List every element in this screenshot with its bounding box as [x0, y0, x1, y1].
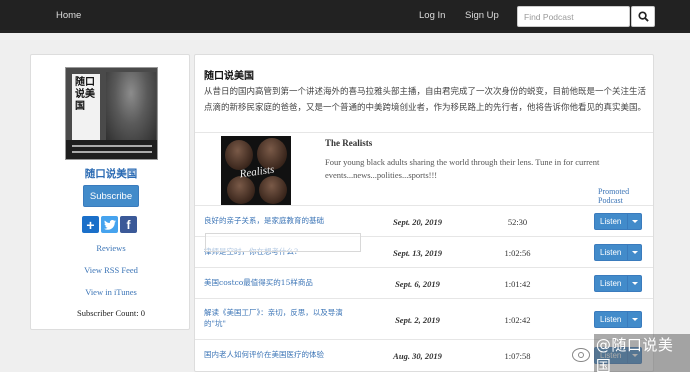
- listen-label: Listen: [600, 279, 622, 288]
- promoted-podcast-title[interactable]: The Realists: [325, 138, 372, 148]
- search-icon: [637, 11, 649, 22]
- subscriber-count: Subscriber Count: 0: [77, 308, 145, 318]
- episode-duration: 1:02:42: [504, 314, 531, 325]
- episode-date: Aug. 30, 2019: [393, 350, 442, 361]
- episode-duration: 1:02:56: [504, 247, 531, 258]
- nav-login-link[interactable]: Log In: [419, 10, 445, 21]
- listen-label: Listen: [600, 248, 622, 257]
- episode-title-link[interactable]: 美国costco最值得买的15样商品: [204, 277, 354, 288]
- nav-signup-link[interactable]: Sign Up: [465, 10, 499, 21]
- weibo-icon: [572, 348, 590, 362]
- chevron-down-icon[interactable]: [627, 312, 641, 327]
- chevron-down-icon[interactable]: [627, 276, 641, 291]
- chevron-down-icon[interactable]: [627, 214, 641, 229]
- search-input[interactable]: [517, 6, 630, 27]
- listen-button[interactable]: Listen: [594, 244, 642, 261]
- promoted-podcast-label[interactable]: Promoted Podcast: [598, 187, 653, 205]
- twitter-icon[interactable]: [101, 216, 118, 233]
- episode-row: 良好的亲子关系，是家庭教育的基础 Sept. 20, 2019 52:30 Li…: [195, 205, 653, 236]
- nav-home-link[interactable]: Home: [56, 10, 81, 21]
- episode-title-link[interactable]: 解读《美国工厂》：亲切，反思，以及导演的"坑": [204, 307, 354, 329]
- cover-title-text: 随口说美国: [75, 77, 95, 112]
- cover-footer: [66, 140, 157, 159]
- podcast-cover-image: 随口说美国: [65, 67, 158, 160]
- promo-person: [225, 140, 253, 170]
- episode-title-link[interactable]: 国内老人如何评价在美国医疗的体验: [204, 349, 354, 360]
- promoted-podcast-image[interactable]: Realists: [221, 136, 291, 206]
- episode-duration: 52:30: [507, 216, 528, 227]
- episode-date: Sept. 20, 2019: [392, 216, 443, 227]
- episode-row: 解读《美国工厂》：亲切，反思，以及导演的"坑" Sept. 2, 2019 1:…: [195, 298, 653, 339]
- podcast-name-link[interactable]: 随口说美国: [31, 166, 191, 181]
- episode-date: Sept. 13, 2019: [392, 247, 443, 258]
- episode-date: Sept. 2, 2019: [395, 314, 440, 325]
- cover-footer-line: [72, 145, 152, 147]
- twitter-bird-icon: [103, 219, 116, 230]
- episode-title-link[interactable]: 良好的亲子关系，是家庭教育的基础: [204, 215, 354, 226]
- listen-button[interactable]: Listen: [594, 311, 642, 328]
- weibo-watermark: @随口说美国: [572, 334, 690, 372]
- promoted-podcast-description: Four young black adults sharing the worl…: [325, 157, 600, 180]
- subscribe-button[interactable]: Subscribe: [83, 185, 139, 207]
- share-buttons: + f: [82, 216, 137, 233]
- watermark-text: @随口说美国: [593, 334, 690, 372]
- cover-portrait: [106, 72, 156, 142]
- episode-date: Sept. 6, 2019: [395, 278, 440, 289]
- facebook-icon[interactable]: f: [120, 216, 137, 233]
- listen-label: Listen: [600, 315, 622, 324]
- listen-label: Listen: [600, 217, 622, 226]
- page-title: 随口说美国: [204, 71, 254, 82]
- listen-button[interactable]: Listen: [594, 213, 642, 230]
- faded-overlay-bar: [205, 233, 361, 252]
- episode-duration: 1:07:58: [504, 350, 531, 361]
- episode-duration: 1:01:42: [504, 278, 531, 289]
- itunes-link[interactable]: View in iTunes: [31, 287, 191, 297]
- podcast-main-panel: 随口说美国 从昔日的国内高管到第一个讲述海外的喜马拉雅头部主播，自由君完成了一次…: [194, 54, 654, 372]
- listen-button[interactable]: Listen: [594, 275, 642, 292]
- search-button[interactable]: [631, 6, 655, 27]
- reviews-link[interactable]: Reviews: [31, 243, 191, 253]
- chevron-down-icon[interactable]: [627, 245, 641, 260]
- cover-footer-line: [72, 151, 152, 153]
- top-navbar: Home Log In Sign Up: [0, 0, 690, 33]
- episode-row: 美国costco最值得买的15样商品 Sept. 6, 2019 1:01:42…: [195, 267, 653, 298]
- plus-share-icon[interactable]: +: [82, 216, 99, 233]
- divider: [195, 132, 653, 133]
- promo-person: [259, 176, 287, 204]
- rss-feed-link[interactable]: View RSS Feed: [31, 265, 191, 275]
- podcast-description: 从昔日的国内高管到第一个讲述海外的喜马拉雅头部主播，自由君完成了一次次身份的蜕变…: [204, 87, 647, 113]
- podcast-sidebar: 随口说美国 随口说美国 Subscribe + f Reviews View R…: [30, 54, 190, 330]
